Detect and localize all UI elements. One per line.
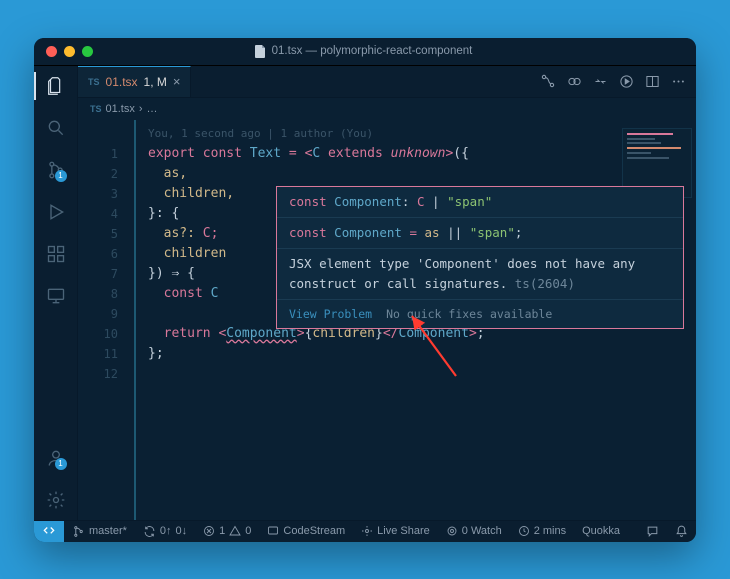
remote-indicator[interactable] — [34, 521, 64, 542]
tab-status: 1, M — [144, 75, 167, 89]
quokka-indicator[interactable]: Quokka — [574, 521, 628, 542]
titlebar: 01.tsx — polymorphic-react-component — [34, 38, 696, 66]
crumb-lang: TS — [90, 104, 102, 114]
tab-filename: 01.tsx — [106, 75, 138, 89]
traffic-lights — [46, 46, 93, 57]
status-bar: master* 0↑ 0↓ 1 0 CodeStream Live Share … — [34, 520, 696, 542]
explorer-icon[interactable] — [44, 74, 68, 98]
code-content[interactable]: You, 1 second ago | 1 author (You) expor… — [136, 120, 696, 520]
tab-actions — [540, 66, 696, 97]
run-debug-icon[interactable] — [44, 200, 68, 224]
search-icon[interactable] — [44, 116, 68, 140]
close-window-button[interactable] — [46, 46, 57, 57]
git-blame-annotation: You, 1 second ago | 1 author (You) — [148, 124, 696, 144]
split-editor-icon[interactable] — [644, 73, 660, 89]
hover-error-message: JSX element type 'Component' does not ha… — [277, 249, 683, 299]
extensions-icon[interactable] — [44, 242, 68, 266]
feedback-icon[interactable] — [638, 521, 667, 542]
window-title: 01.tsx — polymorphic-react-component — [93, 45, 634, 58]
toggle-icon[interactable] — [566, 73, 582, 89]
source-control-icon[interactable]: 1 — [44, 158, 68, 182]
remote-explorer-icon[interactable] — [44, 284, 68, 308]
file-icon — [255, 45, 266, 58]
open-changes-icon[interactable] — [592, 73, 608, 89]
line-gutter: 1 2 3 4 5 6 7 8 9 10 11 12 — [78, 120, 136, 520]
annotation-arrow — [406, 310, 462, 380]
window-title-text: 01.tsx — polymorphic-react-component — [272, 45, 473, 57]
activity-bar: 1 1 — [34, 66, 78, 520]
code-editor[interactable]: 1 2 3 4 5 6 7 8 9 10 11 12 You, 1 second… — [78, 120, 696, 520]
vscode-window: 01.tsx — polymorphic-react-component 1 — [34, 38, 696, 542]
hover-tooltip: const Component: C | "span" const Compon… — [276, 186, 684, 329]
notifications-icon[interactable] — [667, 521, 696, 542]
time-indicator[interactable]: 2 mins — [510, 521, 574, 542]
view-problem-link[interactable]: View Problem — [289, 305, 372, 323]
crumb-more: … — [147, 103, 158, 115]
maximize-window-button[interactable] — [82, 46, 93, 57]
problems-indicator[interactable]: 1 0 — [195, 521, 259, 542]
compare-changes-icon[interactable] — [540, 73, 556, 89]
minimize-window-button[interactable] — [64, 46, 75, 57]
watch-indicator[interactable]: 0 Watch — [438, 521, 510, 542]
tab-01-tsx[interactable]: TS 01.tsx 1, M × — [78, 66, 191, 97]
close-tab-icon[interactable]: × — [173, 74, 181, 89]
accounts-icon[interactable]: 1 — [44, 446, 68, 470]
more-actions-icon[interactable] — [670, 73, 686, 89]
hover-source-line: const Component = as || "span"; — [277, 218, 683, 248]
sync-indicator[interactable]: 0↑ 0↓ — [135, 521, 195, 542]
hover-type-signature: const Component: C | "span" — [277, 187, 683, 217]
codestream-indicator[interactable]: CodeStream — [259, 521, 353, 542]
crumb-file: 01.tsx — [106, 103, 135, 115]
editor-area: TS 01.tsx 1, M × TS 01.tsx › — [78, 66, 696, 520]
crumb-sep: › — [139, 103, 143, 115]
accounts-badge: 1 — [55, 458, 67, 470]
scm-badge: 1 — [55, 170, 67, 182]
breadcrumbs[interactable]: TS 01.tsx › … — [78, 98, 696, 120]
run-icon[interactable] — [618, 73, 634, 89]
git-branch-indicator[interactable]: master* — [64, 521, 135, 542]
settings-gear-icon[interactable] — [44, 488, 68, 512]
editor-tabs: TS 01.tsx 1, M × — [78, 66, 696, 98]
tab-lang-badge: TS — [88, 77, 100, 87]
liveshare-indicator[interactable]: Live Share — [353, 521, 438, 542]
